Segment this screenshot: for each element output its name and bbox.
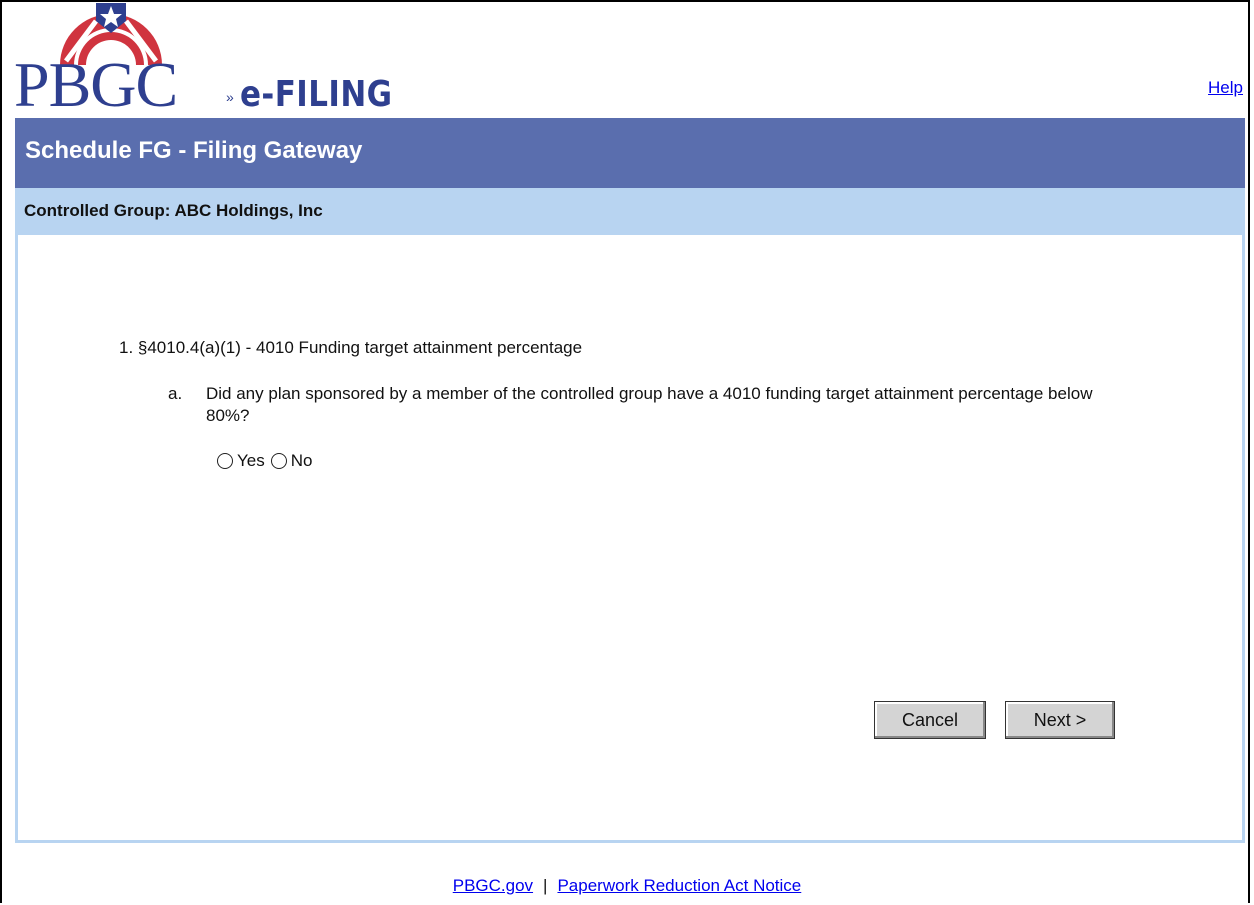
logo-separator-icon: » — [226, 89, 234, 105]
title-bar: Schedule FG - Filing Gateway — [15, 118, 1245, 188]
controlled-group-bar: Controlled Group: ABC Holdings, Inc — [15, 188, 1245, 235]
radio-no-circle[interactable] — [270, 453, 287, 469]
next-button[interactable]: Next > — [1005, 701, 1115, 739]
question-title: 1. §4010.4(a)(1) - 4010 Funding target a… — [119, 338, 583, 357]
cancel-button[interactable]: Cancel — [874, 701, 986, 739]
radio-no[interactable]: No — [270, 451, 313, 471]
controlled-group-label: Controlled Group: ABC Holdings, Inc — [24, 201, 323, 220]
answer-radio-group: Yes No — [217, 451, 318, 471]
footer: PBGC.gov | Paperwork Reduction Act Notice — [0, 876, 1254, 896]
radio-yes[interactable]: Yes — [217, 451, 265, 471]
paperwork-notice-link[interactable]: Paperwork Reduction Act Notice — [557, 876, 801, 895]
help-link[interactable]: Help — [1208, 78, 1243, 98]
pbgc-gov-link[interactable]: PBGC.gov — [453, 876, 533, 895]
sub-question-text: Did any plan sponsored by a member of th… — [206, 384, 1093, 425]
radio-no-label[interactable]: No — [291, 451, 313, 471]
page-title: Schedule FG - Filing Gateway — [25, 137, 363, 164]
logo-pbgc-text: PBGC — [14, 49, 178, 120]
sub-question-marker: a. — [168, 384, 183, 403]
radio-yes-label[interactable]: Yes — [237, 451, 265, 471]
radio-yes-circle[interactable] — [217, 453, 233, 469]
footer-separator: | — [543, 876, 548, 895]
content-panel: 1. §4010.4(a)(1) - 4010 Funding target a… — [15, 235, 1245, 843]
pbgc-logo: PBGC » e-FILING PORTAL — [14, 3, 534, 155]
